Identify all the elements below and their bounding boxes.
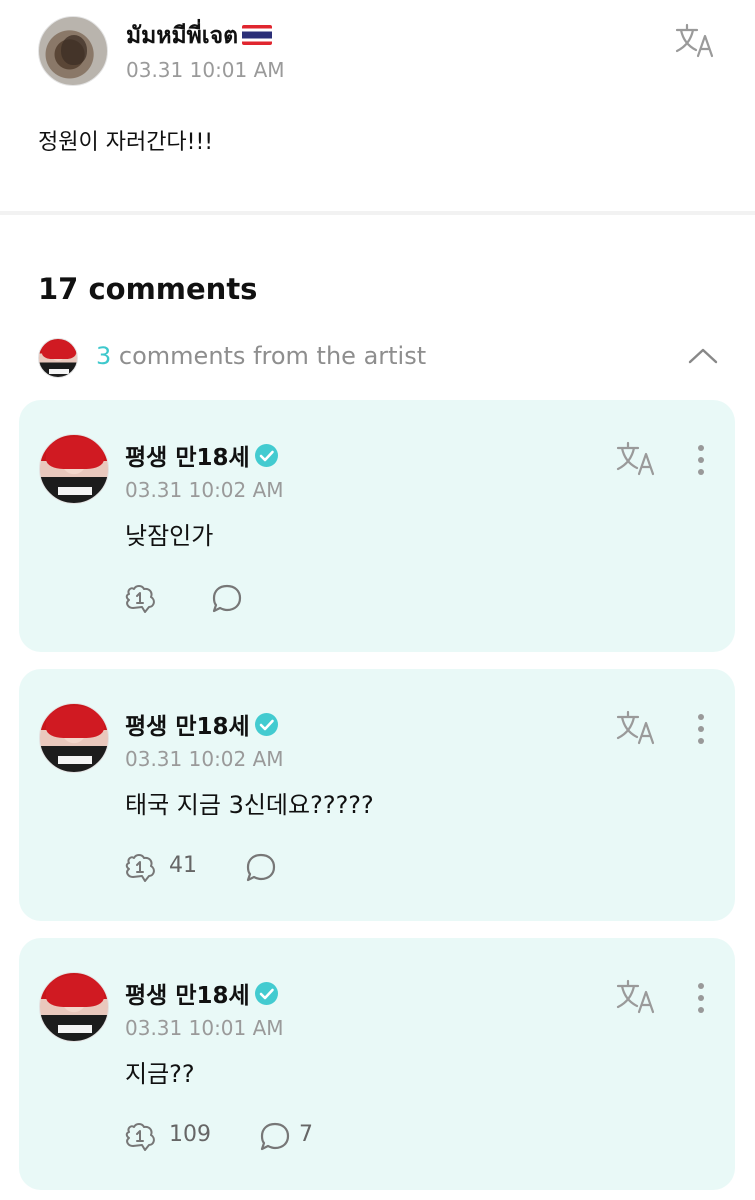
comment-author-name[interactable]: 평생 만18세 — [125, 707, 279, 741]
reply-icon[interactable] — [209, 582, 245, 616]
translate-icon[interactable] — [615, 978, 659, 1018]
artist-comments-count: 3 — [96, 342, 112, 370]
translate-icon[interactable] — [674, 22, 718, 62]
comment-actions: 109 7 — [123, 1118, 523, 1154]
verified-badge-icon — [254, 444, 278, 467]
translate-icon[interactable] — [615, 440, 659, 480]
more-options-icon[interactable] — [689, 442, 713, 478]
like-count: 109 — [169, 1122, 211, 1147]
thailand-flag-icon — [242, 25, 273, 45]
post-author-avatar[interactable] — [38, 16, 108, 86]
section-divider — [0, 211, 755, 215]
comment-author-name[interactable]: 평생 만18세 — [125, 976, 279, 1010]
comment-author-text: 평생 만18세 — [125, 445, 250, 471]
comment-body: 지금?? — [125, 1060, 195, 1088]
like-icon[interactable] — [123, 582, 159, 616]
post-author-text: มัมหมีพี่เจต — [126, 23, 239, 49]
comment-author-avatar[interactable] — [39, 972, 109, 1042]
like-icon[interactable] — [123, 851, 159, 885]
comment-card: 평생 만18세 03.31 10:02 AM 낮잠인가 — [19, 400, 735, 652]
verified-badge-icon — [254, 713, 278, 736]
comment-author-avatar[interactable] — [39, 703, 109, 773]
post-timestamp: 03.31 10:01 AM — [126, 58, 285, 82]
comments-count-heading: 17 comments — [38, 272, 258, 306]
comment-body: 낮잠인가 — [125, 522, 214, 550]
comment-author-avatar[interactable] — [39, 434, 109, 504]
post-body: 정원이 자러간다!!! — [38, 130, 214, 155]
artist-comments-label: 3 comments from the artist — [96, 342, 426, 370]
post-author-name[interactable]: มัมหมีพี่เจต — [126, 18, 273, 54]
comment-author-text: 평생 만18세 — [125, 714, 250, 740]
comment-author-text: 평생 만18세 — [125, 983, 250, 1009]
like-count: 41 — [169, 853, 197, 878]
comment-actions: 41 — [123, 849, 523, 885]
comment-card: 평생 만18세 03.31 10:01 AM 지금?? 109 7 — [19, 938, 735, 1190]
more-options-icon[interactable] — [689, 980, 713, 1016]
verified-badge-icon — [254, 982, 278, 1005]
reply-count: 7 — [299, 1122, 313, 1147]
comment-timestamp: 03.31 10:01 AM — [125, 1016, 284, 1040]
artist-comments-toggle[interactable]: 3 comments from the artist — [38, 338, 718, 378]
comment-actions — [123, 580, 523, 616]
more-options-icon[interactable] — [689, 711, 713, 747]
like-icon[interactable] — [123, 1120, 159, 1154]
post-header: มัมหมีพี่เจต 03.31 10:01 AM — [38, 16, 718, 88]
artist-mini-avatar — [38, 338, 78, 378]
translate-icon[interactable] — [615, 709, 659, 749]
reply-icon[interactable] — [243, 851, 279, 885]
comment-timestamp: 03.31 10:02 AM — [125, 478, 284, 502]
reply-icon[interactable] — [257, 1120, 293, 1154]
comment-card: 평생 만18세 03.31 10:02 AM 태국 지금 3신데요????? 4… — [19, 669, 735, 921]
comment-body: 태국 지금 3신데요????? — [125, 791, 374, 819]
comment-timestamp: 03.31 10:02 AM — [125, 747, 284, 771]
artist-comments-text: comments from the artist — [111, 342, 427, 370]
comment-author-name[interactable]: 평생 만18세 — [125, 438, 279, 472]
chevron-up-icon[interactable] — [688, 346, 718, 366]
